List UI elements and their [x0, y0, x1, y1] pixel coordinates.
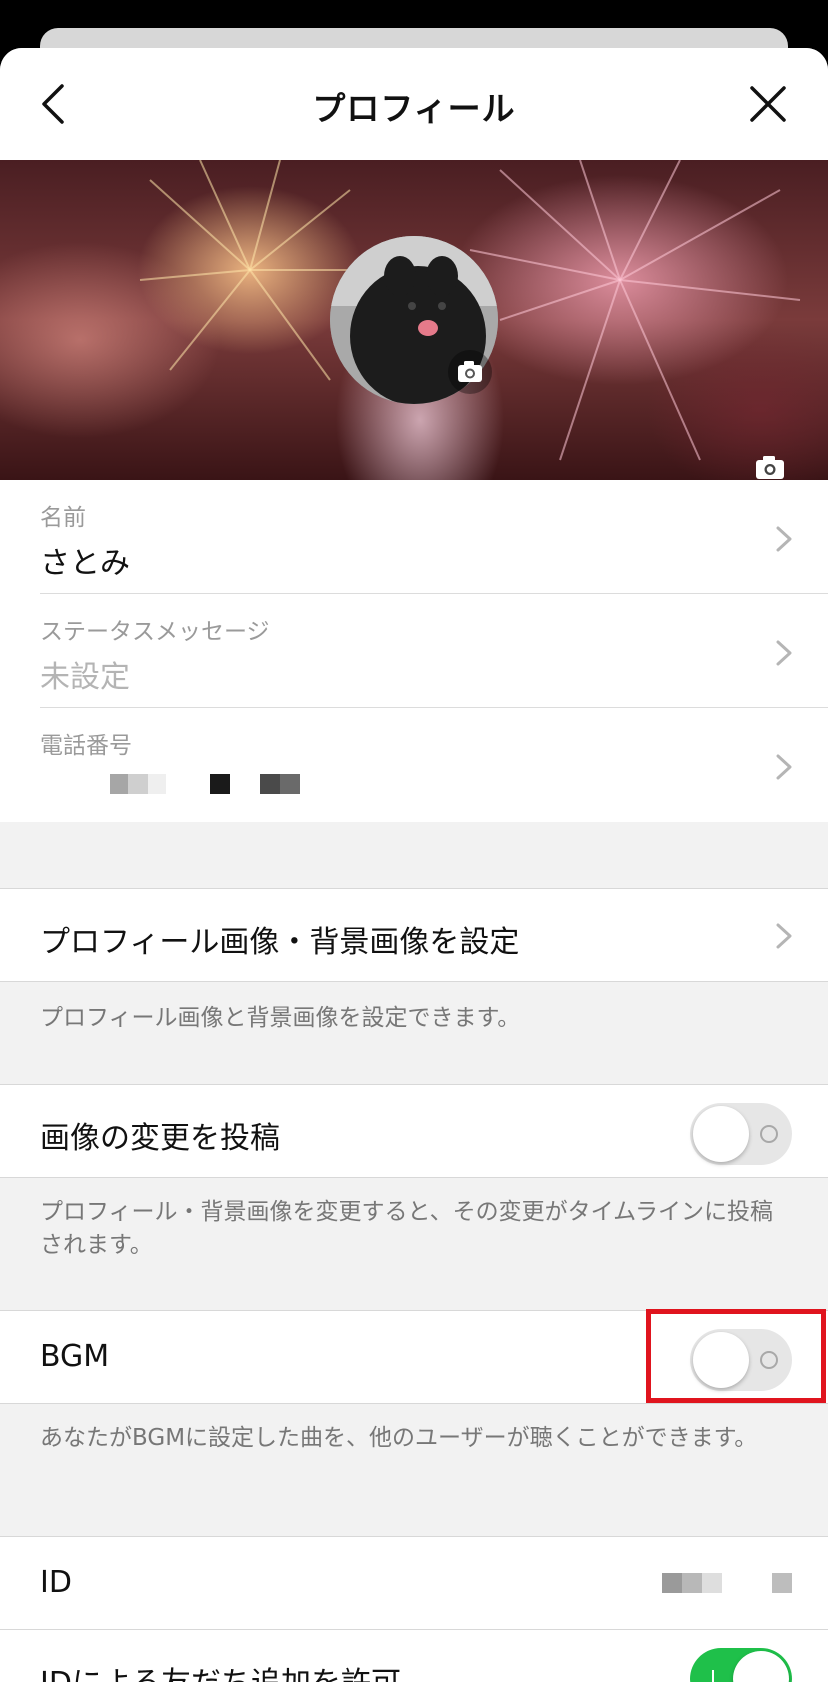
phone-value-redacted — [110, 774, 330, 794]
bgm-label: BGM — [40, 1339, 110, 1374]
chevron-right-icon — [776, 640, 792, 666]
bgm-desc: あなたがBGMに設定した曲を、他のユーザーが聴くことができます。 — [40, 1425, 758, 1451]
allow-id-add-row: IDによる友だち追加を許可 — [0, 1630, 828, 1682]
chevron-right-icon — [776, 754, 792, 780]
allow-id-add-label: IDによる友だち追加を許可 — [40, 1658, 401, 1682]
cover-camera-button[interactable] — [752, 452, 788, 480]
close-button[interactable] — [742, 78, 794, 130]
profile-sheet: プロフィール 名前 さとみ ステータスメッセージ 未設定 電話番号 プロフィール… — [0, 48, 828, 1682]
profile-image-setting-desc: プロフィール画像と背景画像を設定できます。 — [40, 1005, 521, 1031]
cover-image[interactable] — [0, 160, 828, 480]
page-title: プロフィール — [312, 89, 516, 128]
id-label: ID — [40, 1565, 72, 1600]
post-change-toggle[interactable] — [690, 1103, 792, 1165]
post-change-label: 画像の変更を投稿 — [40, 1121, 280, 1156]
profile-image-setting-row[interactable]: プロフィール画像・背景画像を設定 — [0, 888, 828, 982]
status-message-value: 未設定 — [40, 660, 130, 695]
name-label: 名前 — [40, 505, 86, 531]
profile-fields: 名前 さとみ ステータスメッセージ 未設定 電話番号 — [0, 480, 828, 822]
bgm-toggle-highlight — [646, 1309, 826, 1403]
phone-label: 電話番号 — [40, 733, 132, 759]
avatar-camera-button[interactable] — [448, 350, 492, 394]
name-field[interactable]: 名前 さとみ — [40, 480, 828, 594]
id-value-redacted — [642, 1573, 792, 1593]
status-message-label: ステータスメッセージ — [40, 619, 270, 645]
post-change-desc: プロフィール・背景画像を変更すると、その変更がタイムラインに投稿されます。 — [40, 1199, 774, 1258]
header: プロフィール — [0, 48, 828, 160]
name-value: さとみ — [40, 546, 130, 581]
close-icon — [750, 86, 786, 122]
chevron-right-icon — [776, 923, 792, 949]
chevron-right-icon — [776, 526, 792, 552]
camera-icon — [458, 361, 482, 382]
status-message-field[interactable]: ステータスメッセージ 未設定 — [40, 594, 828, 708]
post-change-row: 画像の変更を投稿 — [0, 1084, 828, 1178]
profile-image-setting-label: プロフィール画像・背景画像を設定 — [40, 925, 520, 960]
phone-field[interactable]: 電話番号 — [40, 708, 828, 822]
id-row[interactable]: ID — [0, 1536, 828, 1630]
allow-id-add-toggle[interactable] — [690, 1648, 792, 1682]
camera-icon — [756, 456, 784, 479]
